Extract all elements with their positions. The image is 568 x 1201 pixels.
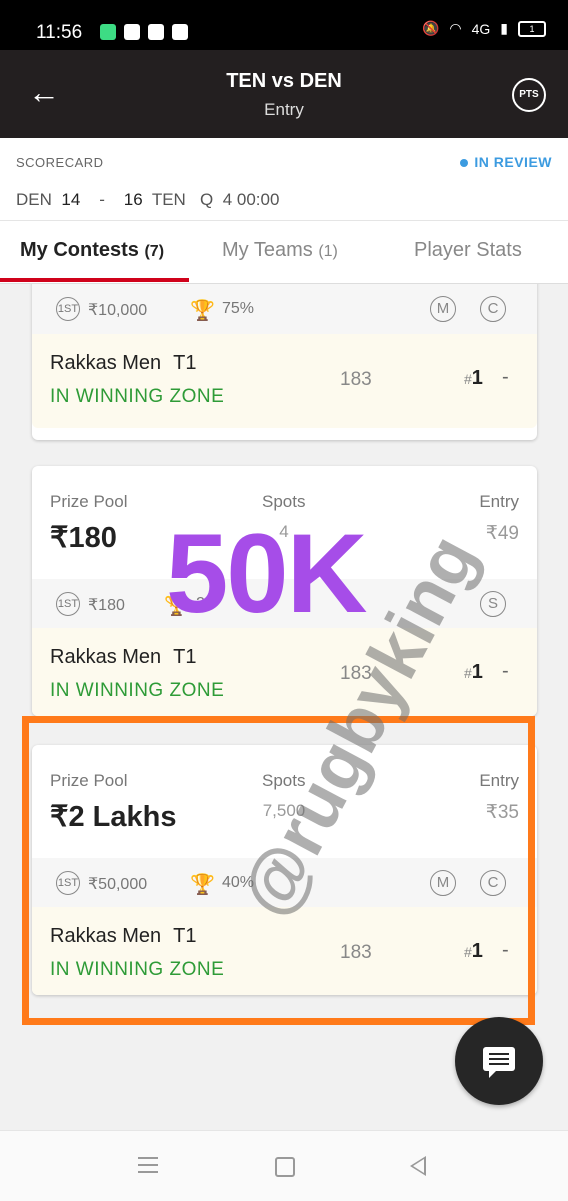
- message-app-icon: [100, 24, 116, 40]
- chat-button[interactable]: [455, 1017, 543, 1105]
- notification-icons: [100, 24, 188, 40]
- tab-label: My Contests: [20, 239, 139, 261]
- confirmed-icon: C: [480, 296, 506, 322]
- trophy-icon: 🏆: [190, 300, 215, 322]
- first-prize: ₹180: [88, 597, 125, 614]
- watermark-50k: 50K: [166, 511, 367, 636]
- tab-my-teams[interactable]: My Teams (1): [222, 239, 338, 262]
- match-title: TEN vs DEN: [226, 70, 342, 92]
- win-percentage: 75%: [222, 300, 255, 317]
- status-dot-icon: [460, 159, 469, 167]
- cloud-icon: [172, 24, 188, 40]
- tab-player-stats[interactable]: Player Stats: [414, 239, 522, 262]
- entry-fee[interactable]: ₹49: [486, 522, 519, 545]
- contest-meta: 1ST ₹10,000 🏆 75% M C: [32, 284, 537, 334]
- status-time: 11:56: [36, 22, 83, 43]
- back-triangle-icon[interactable]: [410, 1156, 426, 1176]
- team-row[interactable]: Rakkas Men T1 IN WINNING ZONE 183 #1 -: [32, 628, 537, 716]
- app-icon: [124, 24, 140, 40]
- entry-label: Entry: [479, 492, 519, 511]
- review-status-text: IN REVIEW: [474, 154, 552, 170]
- team-name: Rakkas Men T1: [50, 352, 197, 375]
- team-row[interactable]: Rakkas Men T1 IN WINNING ZONE 183 #1 -: [32, 334, 537, 428]
- tab-label: Player Stats: [414, 239, 522, 261]
- team-name: Rakkas Men T1: [50, 646, 197, 669]
- first-prize-icon: 1ST: [56, 297, 80, 321]
- team-points: 183: [340, 369, 372, 390]
- tab-count: (7): [144, 243, 165, 260]
- team1-name: DEN: [16, 190, 52, 209]
- game-clock: 4 00:00: [222, 190, 280, 209]
- team-rank-value: 1: [471, 661, 483, 683]
- tab-count: (1): [318, 243, 338, 260]
- battery-icon: 1: [518, 20, 546, 37]
- linkedin-icon: [148, 24, 164, 40]
- tab-my-contests[interactable]: My Contests (7): [20, 239, 164, 262]
- rank-trend: -: [502, 660, 509, 682]
- chat-icon: [483, 1047, 515, 1078]
- tab-bar: My Contests (7) My Teams (1) Player Stat…: [0, 221, 568, 284]
- system-icons: 🔕 ◠ 4G ▮ 1: [422, 20, 546, 37]
- match-subtitle: Entry: [264, 100, 304, 119]
- winning-zone-status: IN WINNING ZONE: [50, 386, 225, 407]
- score-separator: -: [99, 190, 105, 209]
- spots-label: Spots: [262, 492, 306, 511]
- wifi-icon: ◠: [449, 20, 462, 36]
- prize-pool-label: Prize Pool: [50, 492, 128, 511]
- single-entry-icon: S: [480, 591, 506, 617]
- prize-pool-value: ₹180: [50, 522, 117, 554]
- first-prize: ₹10,000: [88, 302, 148, 319]
- score-line: DEN 14 - 16 TEN Q 4 00:00: [16, 190, 279, 210]
- system-nav-bar: [0, 1130, 568, 1201]
- team2-name: TEN: [151, 190, 186, 209]
- home-icon[interactable]: [275, 1157, 295, 1177]
- winning-zone-status: IN WINNING ZONE: [50, 680, 225, 701]
- team-name-text: Rakkas Men: [50, 646, 162, 668]
- rank-trend: -: [502, 366, 509, 388]
- signal-icon: ▮: [500, 20, 508, 36]
- team-tag: T1: [173, 646, 197, 668]
- bell-off-icon: 🔕: [421, 20, 440, 36]
- team-tag: T1: [173, 352, 197, 374]
- review-status: IN REVIEW: [460, 154, 552, 170]
- quarter-label: Q: [200, 190, 214, 209]
- network-label: 4G: [471, 20, 491, 37]
- team1-score: 14: [61, 190, 81, 209]
- tab-label: My Teams: [222, 239, 313, 261]
- points-button[interactable]: PTS: [512, 78, 546, 112]
- first-prize-icon: 1ST: [56, 592, 80, 616]
- scorecard-label: SCORECARD: [16, 155, 104, 170]
- team-name-text: Rakkas Men: [50, 352, 162, 374]
- scorecard: SCORECARD IN REVIEW DEN 14 - 16 TEN Q 4 …: [0, 138, 568, 221]
- active-tab-indicator: [0, 278, 189, 282]
- team-rank: #1: [464, 367, 483, 389]
- team2-score: 16: [123, 190, 143, 209]
- team-rank-value: 1: [471, 367, 483, 389]
- team-rank: #1: [464, 661, 483, 683]
- contest-card[interactable]: 1ST ₹10,000 🏆 75% M C Rakkas Men T1 IN WI…: [32, 284, 537, 440]
- status-bar: 11:56 🔕 ◠ 4G ▮ 1: [0, 0, 568, 50]
- multi-entry-icon: M: [430, 296, 456, 322]
- menu-icon[interactable]: [138, 1157, 158, 1159]
- app-header: ← TEN vs DEN Entry PTS: [0, 50, 568, 138]
